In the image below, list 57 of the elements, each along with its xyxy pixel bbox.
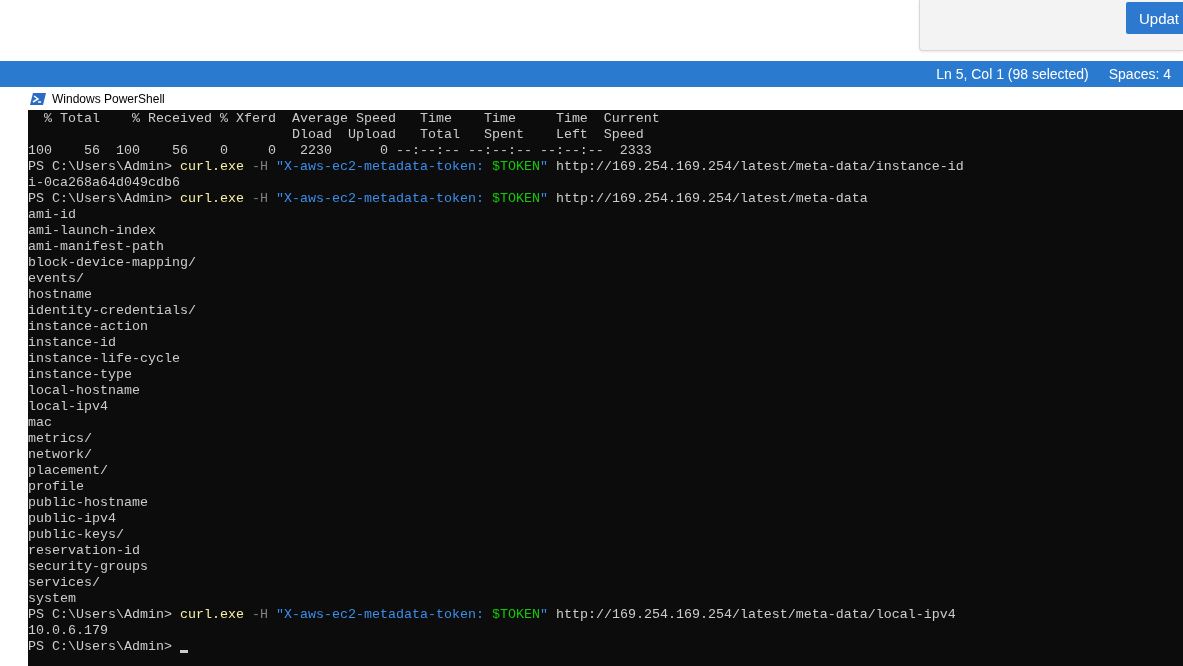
cursor-position[interactable]: Ln 5, Col 1 (98 selected)	[936, 66, 1089, 82]
prompt: PS C:\Users\Admin>	[28, 191, 172, 207]
quote-mark: "	[539, 191, 548, 206]
url-argument: http://169.254.169.254/latest/meta-data/local-ipv4	[555, 607, 956, 623]
quote-mark: "	[539, 159, 548, 174]
output-line: instance-action	[28, 319, 148, 335]
string-literal: "X-aws-ec2-metadata-token:	[275, 191, 485, 206]
prompt: PS C:\Users\Admin>	[28, 607, 172, 623]
quote-mark: "	[539, 607, 548, 622]
output-line: instance-type	[28, 367, 132, 383]
output-line: placement/	[28, 463, 108, 479]
output-line: 10.0.6.179	[28, 623, 108, 639]
output-line: ami-id	[28, 207, 76, 223]
output-line: local-ipv4	[28, 399, 108, 415]
output-line: reservation-id	[28, 543, 140, 559]
output-line: hostname	[28, 287, 92, 303]
prompt: PS C:\Users\Admin>	[28, 639, 172, 655]
output-line: % Total % Received % Xferd Average Speed Time Time Time Current	[43, 111, 660, 127]
command-name: curl.exe	[179, 607, 244, 623]
variable: $TOKEN	[491, 191, 540, 206]
output-line: i-0ca268a64d049cdb6	[28, 175, 180, 191]
variable: $TOKEN	[491, 607, 540, 622]
output-line: metrics/	[28, 431, 92, 447]
command-name: curl.exe	[179, 159, 244, 175]
output-line: system	[28, 591, 76, 607]
prompt: PS C:\Users\Admin>	[28, 159, 172, 175]
window-title: Windows PowerShell	[52, 91, 165, 106]
output-line: mac	[28, 415, 52, 431]
parameter: -H	[251, 159, 268, 175]
output-line: network/	[28, 447, 92, 463]
variable: $TOKEN	[491, 159, 540, 174]
output-line: services/	[28, 575, 100, 591]
string-literal: "X-aws-ec2-metadata-token:	[275, 607, 485, 622]
output-line: instance-life-cycle	[28, 351, 180, 367]
powershell-icon	[30, 92, 46, 105]
update-button[interactable]: Updat	[1125, 2, 1183, 34]
parameter: -H	[251, 191, 268, 207]
output-line: 100 56 100 56 0 0 2230 0 --:--:-- --:--:-- --:--:-- 2333	[28, 143, 652, 159]
url-argument: http://169.254.169.254/latest/meta-data	[555, 191, 868, 207]
output-line: identity-credentials/	[28, 303, 196, 319]
output-line: Dload Upload Total Spent Left Speed	[290, 127, 644, 143]
output-line: profile	[28, 479, 84, 495]
output-line: public-keys/	[28, 527, 124, 543]
output-line: security-groups	[28, 559, 148, 575]
url-argument: http://169.254.169.254/latest/meta-data/instance-id	[555, 159, 964, 175]
output-line: local-hostname	[28, 383, 140, 399]
output-line: ami-manifest-path	[28, 239, 164, 255]
output-line: instance-id	[28, 335, 116, 351]
parameter: -H	[251, 607, 268, 623]
output-line: ami-launch-index	[28, 223, 156, 239]
string-literal: "X-aws-ec2-metadata-token:	[275, 159, 485, 174]
indentation-setting[interactable]: Spaces: 4	[1108, 66, 1171, 82]
output-line: events/	[28, 271, 84, 287]
output-line: public-hostname	[28, 495, 148, 511]
output-line: public-ipv4	[28, 511, 116, 527]
command-name: curl.exe	[179, 191, 244, 207]
output-line: block-device-mapping/	[28, 255, 196, 271]
